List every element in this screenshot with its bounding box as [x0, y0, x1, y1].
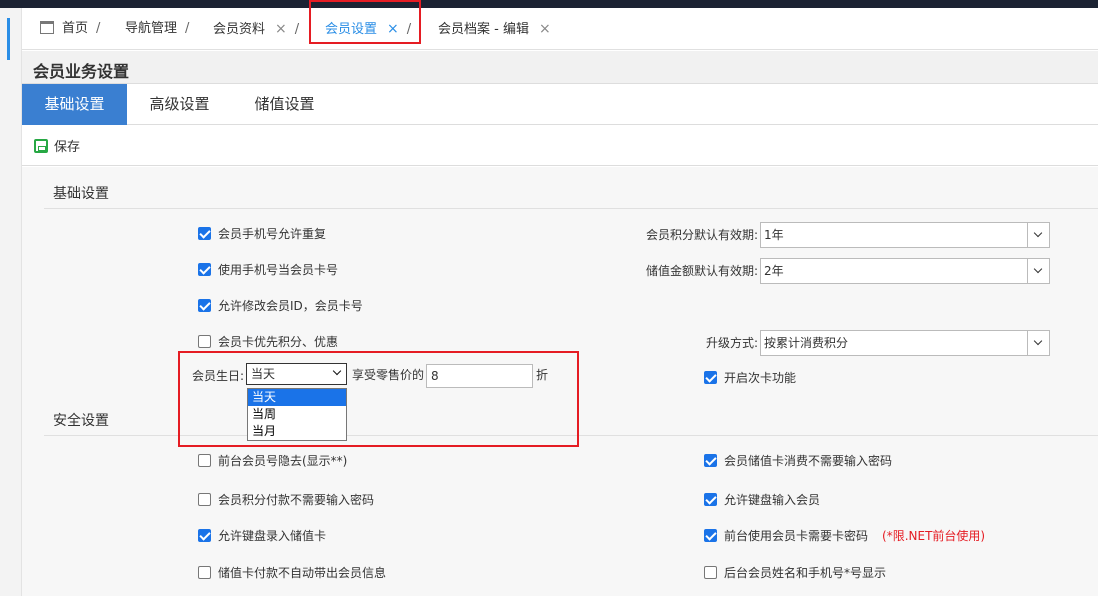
tab-nav-management[interactable]: 导航管理 / — [125, 8, 189, 50]
select-value: 2年 — [764, 264, 784, 278]
option-points-no-password[interactable]: 会员积分付款不需要输入密码 — [198, 489, 374, 511]
option-no-auto-member-info[interactable]: 储值卡付款不自动带出会员信息 — [198, 562, 386, 584]
save-button[interactable]: 保存 — [34, 136, 80, 155]
tab-member-archive-edit[interactable]: 会员档案 - 编辑 × — [438, 8, 551, 50]
checkbox[interactable] — [198, 263, 211, 276]
option-allow-edit-id[interactable]: 允许修改会员ID，会员卡号 — [198, 295, 363, 317]
section-divider — [44, 208, 1098, 209]
stored-validity-label: 储值金额默认有效期: — [645, 264, 758, 278]
window-top-bar — [0, 0, 1098, 8]
breadcrumb-tabbar: 首页 / 导航管理 / 会员资料 × / 会员设置 × / 会员档案 - 编辑 × — [22, 8, 1098, 50]
option-phone-as-card[interactable]: 使用手机号当会员卡号 — [198, 259, 338, 281]
close-icon[interactable]: × — [539, 21, 551, 37]
checkbox[interactable] — [198, 454, 211, 467]
checkbox[interactable] — [704, 371, 717, 384]
tab-member-info[interactable]: 会员资料 × / — [213, 8, 299, 50]
option-stored-no-password[interactable]: 会员储值卡消费不需要输入密码 — [704, 450, 892, 472]
option-label: 允许键盘输入会员 — [724, 493, 821, 507]
option-keyboard-member[interactable]: 允许键盘输入会员 — [704, 489, 820, 511]
checkbox[interactable] — [704, 493, 717, 506]
subtab-advanced[interactable]: 高级设置 — [127, 84, 232, 125]
tab-label: 会员档案 - 编辑 — [438, 22, 529, 37]
subtab-basic[interactable]: 基础设置 — [22, 84, 127, 125]
checkbox[interactable] — [198, 529, 211, 542]
page-title: 会员业务设置 — [33, 62, 130, 81]
tab-label: 会员资料 — [213, 22, 266, 37]
settings-subtabs: 基础设置 高级设置 储值设置 — [22, 84, 1098, 125]
option-hide-member-number[interactable]: 前台会员号隐去(显示**) — [198, 450, 347, 472]
subtab-stored-value[interactable]: 储值设置 — [232, 84, 337, 125]
breadcrumb-separator: / — [96, 21, 101, 36]
stored-validity-select[interactable]: 2年 — [760, 258, 1050, 284]
points-validity-label: 会员积分默认有效期: — [645, 228, 758, 242]
option-card-password-required[interactable]: 前台使用会员卡需要卡密码 (*限.NET前台使用) — [704, 525, 985, 547]
option-keyboard-stored-card[interactable]: 允许键盘录入储值卡 — [198, 525, 326, 547]
option-card-priority[interactable]: 会员卡优先积分、优惠 — [198, 331, 338, 353]
option-label: 储值卡付款不自动带出会员信息 — [218, 566, 387, 580]
checkbox[interactable] — [704, 529, 717, 542]
points-validity-select[interactable]: 1年 — [760, 222, 1050, 248]
option-allow-duplicate-phone[interactable]: 会员手机号允许重复 — [198, 223, 326, 245]
left-sidebar-strip — [0, 8, 22, 596]
tab-home[interactable]: 首页 / — [40, 8, 100, 50]
section-title-basic: 基础设置 — [53, 186, 109, 202]
home-icon — [40, 21, 54, 34]
save-label: 保存 — [54, 140, 81, 155]
toolbar: 保存 — [22, 126, 1098, 166]
option-mask-name-phone[interactable]: 后台会员姓名和手机号*号显示 — [704, 562, 886, 584]
tab-label: 导航管理 — [125, 21, 178, 36]
option-label: 开启次卡功能 — [724, 371, 797, 385]
option-label: 前台使用会员卡需要卡密码 — [724, 529, 869, 543]
panel-header: 会员业务设置 — [22, 51, 1098, 84]
option-label: 会员卡优先积分、优惠 — [218, 335, 339, 349]
upgrade-label: 升级方式: — [705, 336, 758, 350]
option-label: 允许键盘录入储值卡 — [218, 529, 327, 543]
option-label: 前台会员号隐去(显示**) — [218, 454, 348, 468]
option-count-card[interactable]: 开启次卡功能 — [704, 367, 796, 389]
option-label: 会员手机号允许重复 — [218, 227, 327, 241]
breadcrumb-separator: / — [294, 22, 300, 37]
active-indicator — [7, 18, 10, 60]
option-label: 会员积分付款不需要输入密码 — [218, 493, 375, 507]
highlight-box-birthday — [178, 351, 579, 447]
section-title-security: 安全设置 — [53, 413, 109, 429]
checkbox[interactable] — [198, 299, 211, 312]
checkbox[interactable] — [198, 227, 211, 240]
highlight-box-tab — [309, 0, 421, 44]
checkbox[interactable] — [198, 493, 211, 506]
close-icon[interactable]: × — [275, 21, 287, 37]
upgrade-select[interactable]: 按累计消费积分 — [760, 330, 1050, 356]
checkbox[interactable] — [198, 335, 211, 348]
chevron-down-icon — [1027, 331, 1049, 355]
select-value: 按累计消费积分 — [764, 336, 849, 350]
checkbox[interactable] — [704, 454, 717, 467]
option-label: 后台会员姓名和手机号*号显示 — [724, 566, 887, 580]
select-value: 1年 — [764, 228, 784, 242]
net-only-note: (*限.NET前台使用) — [882, 529, 986, 543]
checkbox[interactable] — [198, 566, 211, 579]
save-icon — [34, 139, 48, 153]
breadcrumb-separator: / — [185, 21, 190, 36]
checkbox[interactable] — [704, 566, 717, 579]
option-label: 使用手机号当会员卡号 — [218, 263, 339, 277]
chevron-down-icon — [1027, 223, 1049, 247]
tab-label: 首页 — [62, 21, 89, 36]
chevron-down-icon — [1027, 259, 1049, 283]
option-label: 会员储值卡消费不需要输入密码 — [724, 454, 893, 468]
option-label: 允许修改会员ID，会员卡号 — [218, 299, 363, 313]
